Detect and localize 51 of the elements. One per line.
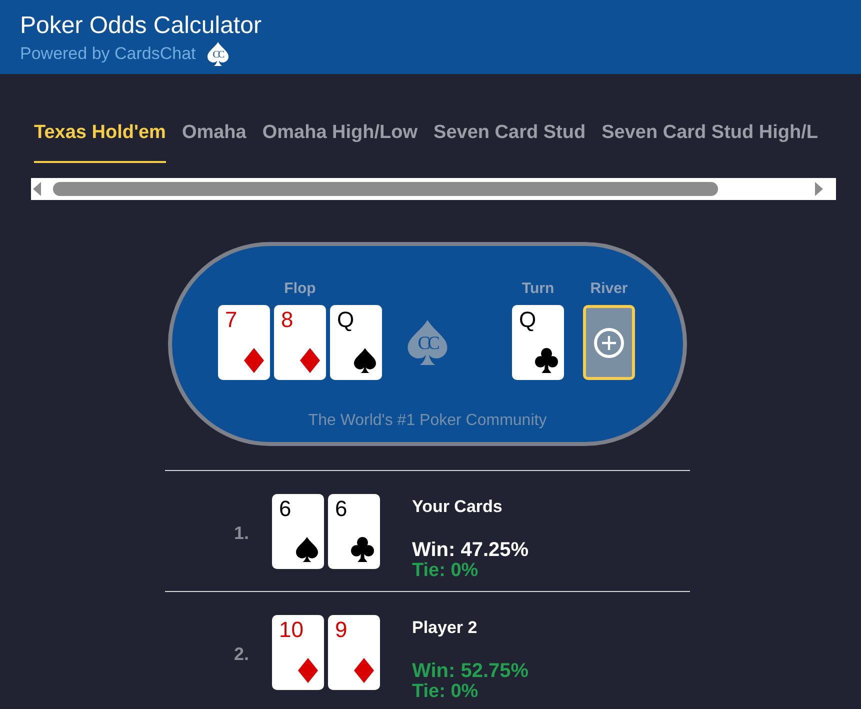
street-label: River bbox=[590, 280, 628, 298]
playing-card[interactable]: 8 bbox=[274, 305, 326, 380]
win-percentage: Win: 52.75% bbox=[412, 661, 529, 681]
player-number: 2. bbox=[234, 643, 250, 665]
card-rank: Q bbox=[337, 309, 354, 331]
diamond-icon bbox=[354, 658, 374, 683]
playing-card[interactable]: 6 bbox=[272, 494, 324, 569]
game-tab[interactable]: Seven Card Stud High/L bbox=[602, 121, 818, 163]
club-icon bbox=[351, 537, 374, 562]
tie-percentage: Tie: 0% bbox=[412, 561, 478, 581]
card-rank: 9 bbox=[335, 619, 348, 641]
playing-card[interactable]: 7 bbox=[218, 305, 270, 380]
club-icon bbox=[535, 348, 558, 373]
card-rank: 6 bbox=[279, 498, 292, 520]
game-tab[interactable]: Seven Card Stud bbox=[434, 121, 586, 163]
player-name: Your Cards bbox=[412, 497, 502, 517]
game-tab[interactable]: Omaha bbox=[182, 121, 246, 163]
card-rank: Q bbox=[519, 309, 536, 331]
app-title: Poker Odds Calculator bbox=[20, 12, 262, 40]
card-rank: 6 bbox=[335, 498, 348, 520]
diamond-icon bbox=[298, 658, 318, 683]
powered-by-text: Powered by CardsChat bbox=[20, 43, 196, 65]
playing-card[interactable]: 9 bbox=[328, 615, 380, 690]
spade-icon bbox=[296, 537, 318, 562]
tie-percentage: Tie: 0% bbox=[412, 682, 478, 702]
add-card-button[interactable] bbox=[583, 305, 635, 380]
player-number: 1. bbox=[234, 522, 250, 544]
scroll-left-icon[interactable] bbox=[33, 182, 41, 196]
horizontal-scrollbar[interactable] bbox=[31, 178, 836, 200]
diamond-icon bbox=[300, 348, 320, 373]
scroll-right-icon[interactable] bbox=[815, 182, 823, 196]
street-label: Flop bbox=[284, 280, 316, 298]
playing-card[interactable]: 10 bbox=[272, 615, 324, 690]
spade-logo: CC bbox=[206, 42, 230, 66]
card-rank: 8 bbox=[281, 309, 294, 331]
player-name: Player 2 bbox=[412, 618, 478, 638]
card-rank: 10 bbox=[279, 619, 304, 641]
card-rank: 7 bbox=[225, 309, 238, 331]
playing-card[interactable]: Q bbox=[330, 305, 382, 380]
spade-logo: CC bbox=[405, 320, 450, 365]
game-tab[interactable]: Texas Hold'em bbox=[34, 121, 166, 163]
win-percentage: Win: 47.25% bbox=[412, 540, 529, 560]
spade-icon bbox=[354, 348, 376, 373]
game-tab[interactable]: Omaha High/Low bbox=[262, 121, 418, 163]
tagline: The World's #1 Poker Community bbox=[307, 411, 548, 431]
playing-card[interactable]: 6 bbox=[328, 494, 380, 569]
street-label: Turn bbox=[522, 280, 554, 298]
scrollbar-thumb[interactable] bbox=[53, 182, 718, 196]
playing-card[interactable]: Q bbox=[512, 305, 564, 380]
plus-circle-icon bbox=[594, 328, 624, 358]
diamond-icon bbox=[244, 348, 264, 373]
